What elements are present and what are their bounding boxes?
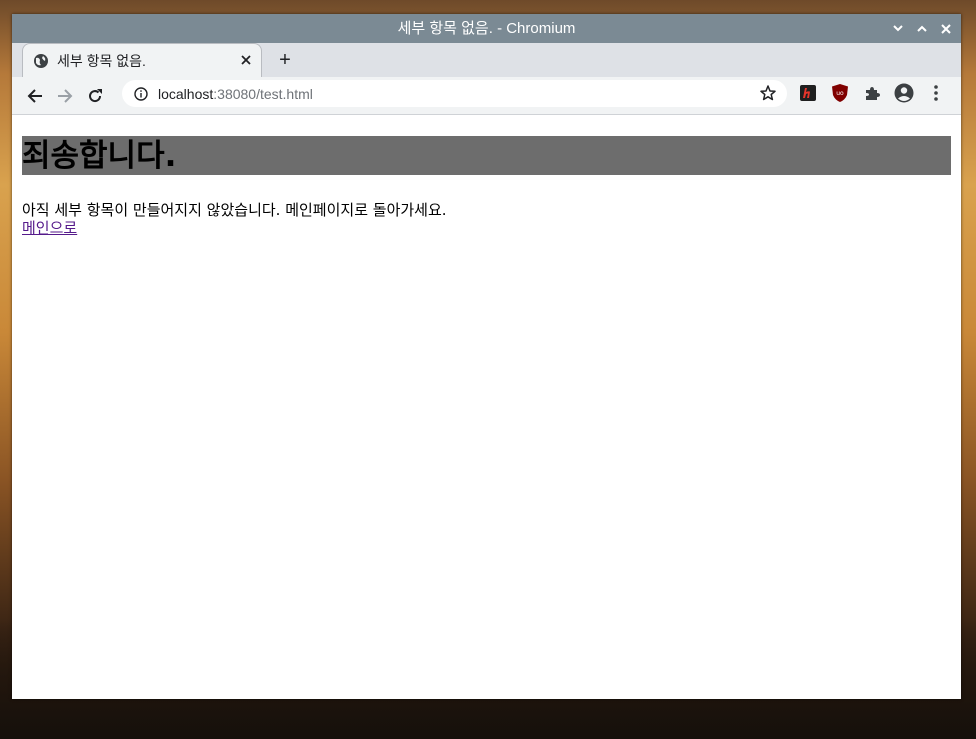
url-path: :38080/test.html xyxy=(213,85,313,102)
menu-icon[interactable] xyxy=(926,83,946,103)
tab-active[interactable]: 세부 항목 없음. xyxy=(22,43,262,77)
chevron-up-icon xyxy=(917,25,927,32)
h-extension-icon[interactable] xyxy=(798,83,818,103)
arrow-left-icon xyxy=(27,88,42,103)
address-bar[interactable]: localhost:38080/test.html xyxy=(122,80,787,107)
browser-toolbar: localhost:38080/test.html uo xyxy=(12,77,961,115)
window-title: 세부 항목 없음. - Chromium xyxy=(397,20,576,37)
page-content: 죄송합니다. 아직 세부 항목이 만들어지지 않았습니다. 메인페이지로 돌아가… xyxy=(12,115,961,699)
window-controls xyxy=(891,14,953,43)
account-icon[interactable] xyxy=(894,83,914,103)
reload-icon xyxy=(89,88,102,102)
globe-icon xyxy=(33,53,49,69)
puzzle-icon[interactable] xyxy=(862,83,882,103)
tab-close-button[interactable] xyxy=(241,52,251,69)
tab-title: 세부 항목 없음. xyxy=(57,52,146,69)
chevron-down-icon xyxy=(893,25,903,32)
page-heading: 죄송합니다. xyxy=(22,136,951,175)
tab-strip: 세부 항목 없음. + xyxy=(12,43,961,77)
browser-window: 세부 항목 없음. - Chromium 세부 항목 없음. + localho… xyxy=(12,14,961,699)
maximize-button[interactable] xyxy=(915,22,929,36)
new-tab-button[interactable]: + xyxy=(274,49,296,71)
bookmark-star-button[interactable] xyxy=(759,84,777,102)
minimize-button[interactable] xyxy=(891,22,905,36)
close-icon xyxy=(241,55,251,65)
window-titlebar[interactable]: 세부 항목 없음. - Chromium xyxy=(12,14,961,43)
reload-button[interactable] xyxy=(80,81,110,111)
url-host: localhost xyxy=(158,85,214,102)
close-icon xyxy=(941,23,951,34)
star-icon xyxy=(760,85,776,101)
info-icon[interactable] xyxy=(134,86,148,101)
svg-text:uo: uo xyxy=(836,90,844,97)
back-button[interactable] xyxy=(20,81,50,111)
arrow-right-icon xyxy=(58,88,73,103)
main-page-link[interactable]: 메인으로 xyxy=(22,217,77,238)
ublock-icon[interactable]: uo xyxy=(830,83,850,103)
close-window-button[interactable] xyxy=(939,22,953,36)
page-message: 아직 세부 항목이 만들어지지 않았습니다. 메인페이지로 돌아가세요. xyxy=(22,201,447,219)
forward-button[interactable] xyxy=(50,81,80,111)
